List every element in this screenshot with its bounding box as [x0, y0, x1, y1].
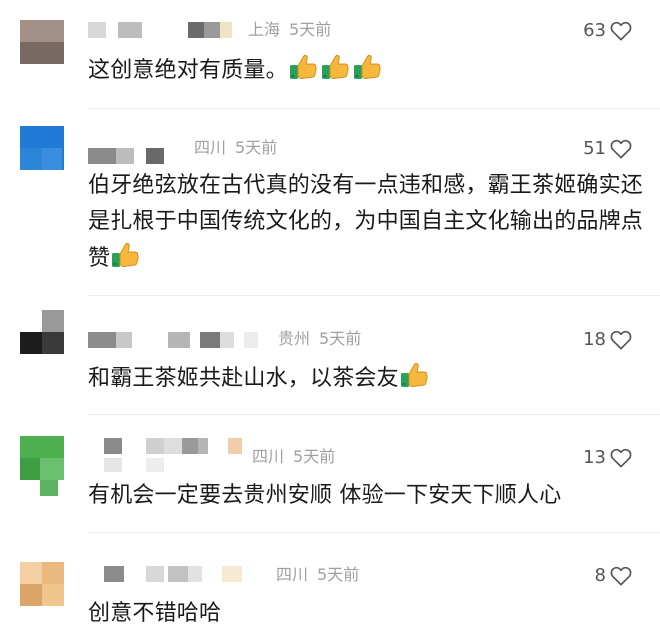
- time-label: 5天前: [293, 447, 336, 466]
- username-blurred[interactable]: [88, 22, 238, 38]
- divider: [88, 414, 660, 415]
- location-label: 四川: [194, 138, 227, 157]
- location-label: 上海: [248, 20, 281, 39]
- avatar[interactable]: [20, 562, 64, 606]
- like-button[interactable]: 18: [583, 329, 632, 351]
- heart-outline-icon: [610, 566, 632, 586]
- thumbs-up-emoji-icon: [399, 360, 429, 390]
- divider: [88, 108, 660, 109]
- avatar[interactable]: [20, 20, 64, 64]
- comment-meta: 四川 5天前: [276, 565, 359, 585]
- location-label: 贵州: [278, 329, 311, 348]
- comment-text: 和霸王茶姬共赴山水，以茶会友: [88, 360, 643, 397]
- time-label: 5天前: [317, 565, 360, 584]
- comment-text-content: 和霸王茶姬共赴山水，以茶会友: [88, 366, 399, 391]
- like-count: 63: [583, 20, 606, 41]
- like-count: 51: [583, 138, 606, 159]
- comment-meta: 四川 5天前: [194, 138, 277, 158]
- like-button[interactable]: 8: [595, 565, 632, 587]
- username-blurred[interactable]: [88, 438, 248, 474]
- heart-outline-icon: [610, 21, 632, 41]
- username-blurred[interactable]: [88, 566, 268, 582]
- divider: [88, 532, 660, 533]
- comment-text-content: 有机会一定要去贵州安顺 体验一下安天下顺人心: [88, 483, 562, 508]
- thumbs-up-emoji-icon: [352, 52, 382, 82]
- comment-text-content: 伯牙绝弦放在古代真的没有一点违和感，霸王茶姬确实还是扎根于中国传统文化的，为中国…: [88, 173, 644, 271]
- time-label: 5天前: [319, 329, 362, 348]
- comment-meta: 上海 5天前: [248, 20, 331, 40]
- thumbs-up-emoji-icon: [320, 52, 350, 82]
- heart-outline-icon: [610, 330, 632, 350]
- time-label: 5天前: [235, 138, 278, 157]
- comment-text-content: 创意不错哈哈: [88, 601, 222, 626]
- like-button[interactable]: 13: [583, 447, 632, 469]
- comment-text: 创意不错哈哈: [88, 596, 643, 632]
- avatar[interactable]: [20, 126, 64, 170]
- comment-text-content: 这创意绝对有质量。: [88, 58, 288, 83]
- like-count: 8: [594, 565, 606, 586]
- comment-text: 伯牙绝弦放在古代真的没有一点违和感，霸王茶姬确实还是扎根于中国传统文化的，为中国…: [88, 168, 643, 277]
- comment-meta: 贵州 5天前: [278, 329, 361, 349]
- divider: [88, 295, 660, 296]
- comment-meta: 四川 5天前: [252, 447, 335, 467]
- comment-text: 有机会一定要去贵州安顺 体验一下安天下顺人心: [88, 478, 643, 514]
- heart-outline-icon: [610, 139, 632, 159]
- username-blurred[interactable]: [88, 332, 268, 348]
- time-label: 5天前: [289, 20, 332, 39]
- thumbs-up-emoji-icon: [110, 240, 140, 270]
- like-count: 18: [583, 329, 606, 350]
- location-label: 四川: [276, 565, 309, 584]
- comment-text: 这创意绝对有质量。: [88, 52, 643, 89]
- like-button[interactable]: 51: [583, 138, 632, 160]
- like-button[interactable]: 63: [583, 20, 632, 42]
- username-blurred[interactable]: [88, 148, 188, 164]
- avatar[interactable]: [20, 436, 64, 496]
- heart-outline-icon: [610, 448, 632, 468]
- avatar[interactable]: [20, 310, 64, 354]
- location-label: 四川: [252, 447, 285, 466]
- thumbs-up-emoji-icon: [288, 52, 318, 82]
- like-count: 13: [583, 447, 606, 468]
